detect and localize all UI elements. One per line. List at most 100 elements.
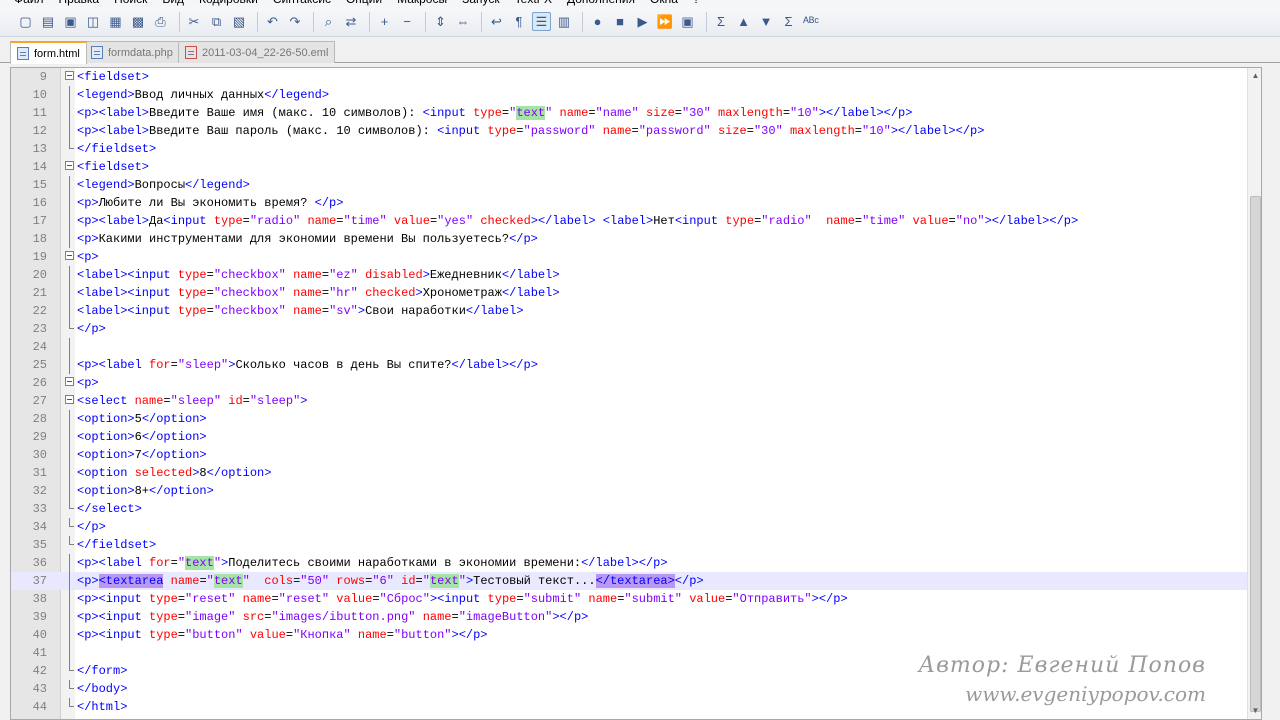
save-macro-icon[interactable]: ▣ <box>678 12 697 31</box>
spellcheck-icon[interactable]: ᴬᴮᶜ <box>802 12 821 31</box>
code-editor[interactable]: 9 <fieldset> 10 <legend>Ввод личных данных<… <box>10 67 1262 720</box>
code-line[interactable]: 29 <option>6</option> <box>11 428 1247 446</box>
menu-item[interactable]: Запуск <box>462 0 500 6</box>
zoom-in-icon[interactable]: + <box>375 12 394 31</box>
fold-toggle-icon[interactable] <box>65 395 74 404</box>
copy-icon[interactable]: ⧉ <box>207 12 226 31</box>
tab-bar: form.html formdata.php 2011-03-04_22-26-50… <box>0 37 1280 64</box>
code-line[interactable]: 12 <p><label>Введите Ваш пароль (макс. 10… <box>11 122 1247 140</box>
sync-horizontal-icon[interactable]: ⇔ <box>454 12 473 31</box>
code-token: = <box>242 214 250 228</box>
menu-item[interactable]: Кодировки <box>199 0 258 6</box>
code-line[interactable]: 13 </fieldset> <box>11 140 1247 158</box>
code-line[interactable]: 23 </p> <box>11 320 1247 338</box>
indent-guide-icon[interactable]: ☰ <box>532 12 551 31</box>
fold-toggle-icon[interactable] <box>65 71 74 80</box>
code-line[interactable]: 21 <label><input type="checkbox" name="hr… <box>11 284 1247 302</box>
menu-item[interactable]: Правка <box>59 0 100 6</box>
code-line[interactable]: 20 <label><input type="checkbox" name="ez… <box>11 266 1247 284</box>
menu-item[interactable]: Синтаксис <box>273 0 331 6</box>
menu-item[interactable]: Окна <box>650 0 678 6</box>
code-line[interactable]: 39 <p><input type="image" src="images/ibu… <box>11 608 1247 626</box>
tab-3[interactable]: 2011-03-04_22-26-50.eml <box>178 41 336 63</box>
menu-item[interactable]: Опции <box>346 0 382 6</box>
close-icon[interactable]: ▦ <box>106 12 125 31</box>
stop-macro-icon[interactable]: ■ <box>611 12 630 31</box>
fold-toggle-icon[interactable] <box>65 161 74 170</box>
code-line[interactable]: 36 <p><label for="text">Поделитесь своими… <box>11 554 1247 572</box>
code-line[interactable]: 17 <p><label>Да<input type="radio" name="… <box>11 212 1247 230</box>
save-icon[interactable]: ▣ <box>61 12 80 31</box>
code-line[interactable]: 19 <p> <box>11 248 1247 266</box>
scrollbar-thumb[interactable] <box>1250 196 1261 712</box>
triangle-down-icon[interactable]: ▼ <box>757 12 776 31</box>
new-file-icon[interactable]: ▢ <box>16 12 35 31</box>
code-line[interactable]: 14 <fieldset> <box>11 158 1247 176</box>
open-file-icon[interactable]: ▤ <box>39 12 58 31</box>
print-icon[interactable]: ⎙ <box>151 12 170 31</box>
wrap-icon[interactable]: ↩ <box>487 12 506 31</box>
sum-icon[interactable]: Σ <box>712 12 731 31</box>
code-token: name <box>293 286 322 300</box>
record-macro-icon[interactable]: ● <box>588 12 607 31</box>
code-line[interactable]: 34 </p> <box>11 518 1247 536</box>
vertical-scrollbar[interactable]: ▲ ▼ <box>1247 68 1261 719</box>
fold-toggle-icon[interactable] <box>65 251 74 260</box>
close-all-icon[interactable]: ▩ <box>129 12 148 31</box>
fold-guide <box>65 446 74 464</box>
save-all-icon[interactable]: ◫ <box>84 12 103 31</box>
tab-2[interactable]: formdata.php <box>84 41 180 63</box>
tab-1[interactable]: form.html <box>10 41 87 64</box>
replace-icon[interactable]: ⇄ <box>342 12 361 31</box>
code-line[interactable]: 10 <legend>Ввод личных данных</legend> <box>11 86 1247 104</box>
find-icon[interactable]: ⌕ <box>319 12 338 31</box>
code-line[interactable]: 33 </select> <box>11 500 1247 518</box>
paste-icon[interactable]: ▧ <box>230 12 249 31</box>
code-line[interactable]: 37 <p><textarea name="text" cols="50" row… <box>11 572 1247 590</box>
code-line[interactable]: 31 <option selected>8</option> <box>11 464 1247 482</box>
code-line[interactable]: 32 <option>8+</option> <box>11 482 1247 500</box>
scroll-up-icon[interactable]: ▲ <box>1250 70 1261 81</box>
code-line[interactable]: 27 <select name="sleep" id="sleep"> <box>11 392 1247 410</box>
fold-guide <box>65 320 74 332</box>
menu-item[interactable]: Дополнения <box>567 0 635 6</box>
code-line[interactable]: 25 <p><label for="sleep">Сколько часов в … <box>11 356 1247 374</box>
undo-icon[interactable]: ↶ <box>263 12 282 31</box>
line-number: 36 <box>32 556 47 570</box>
doc-map-icon[interactable]: ▥ <box>555 12 574 31</box>
menu-item[interactable]: Макросы <box>397 0 447 6</box>
zoom-out-icon[interactable]: − <box>398 12 417 31</box>
code-line[interactable]: 24 <box>11 338 1247 356</box>
menu-item[interactable]: Вид <box>162 0 184 6</box>
scroll-down-icon[interactable]: ▼ <box>1250 705 1261 716</box>
code-line[interactable]: 40 <p><input type="button" value="Кнопка"… <box>11 626 1247 644</box>
code-line[interactable]: 9 <fieldset> <box>11 68 1247 86</box>
sum-down-icon[interactable]: Σ <box>779 12 798 31</box>
code-line[interactable]: 35 </fieldset> <box>11 536 1247 554</box>
redo-icon[interactable]: ↷ <box>286 12 305 31</box>
code-line[interactable]: 22 <label><input type="checkbox" name="sv… <box>11 302 1247 320</box>
code-line[interactable]: 16 <p>Любите ли Вы экономить время? </p> <box>11 194 1247 212</box>
menu-item[interactable]: TextFX <box>515 0 552 6</box>
sync-vertical-icon[interactable]: ⇕ <box>431 12 450 31</box>
show-all-chars-icon[interactable]: ¶ <box>510 12 529 31</box>
code-line[interactable]: 38 <p><input type="reset" name="reset" va… <box>11 590 1247 608</box>
menu-item[interactable]: Файл <box>14 0 44 6</box>
menu-item[interactable]: Поиск <box>114 0 147 6</box>
code-line[interactable]: 18 <p>Какими инструментами для экономии в… <box>11 230 1247 248</box>
triangle-up-icon[interactable]: ▲ <box>734 12 753 31</box>
code-line[interactable]: 30 <option>7</option> <box>11 446 1247 464</box>
menu-item[interactable]: ? <box>693 0 700 6</box>
code-token: <fieldset> <box>77 160 150 174</box>
code-line[interactable]: 11 <p><label>Введите Ваше имя (макс. 10 с… <box>11 104 1247 122</box>
code-token: "images/ibutton.png" <box>271 610 416 624</box>
code-line[interactable]: 28 <option>5</option> <box>11 410 1247 428</box>
code-line[interactable]: 26 <p> <box>11 374 1247 392</box>
code-line[interactable]: 15 <legend>Вопросы</legend> <box>11 176 1247 194</box>
play-macro-icon[interactable]: ▶ <box>633 12 652 31</box>
fold-toggle-icon[interactable] <box>65 377 74 386</box>
cut-icon[interactable]: ✂ <box>185 12 204 31</box>
run-macro-multiple-icon[interactable]: ⏩ <box>656 12 675 31</box>
